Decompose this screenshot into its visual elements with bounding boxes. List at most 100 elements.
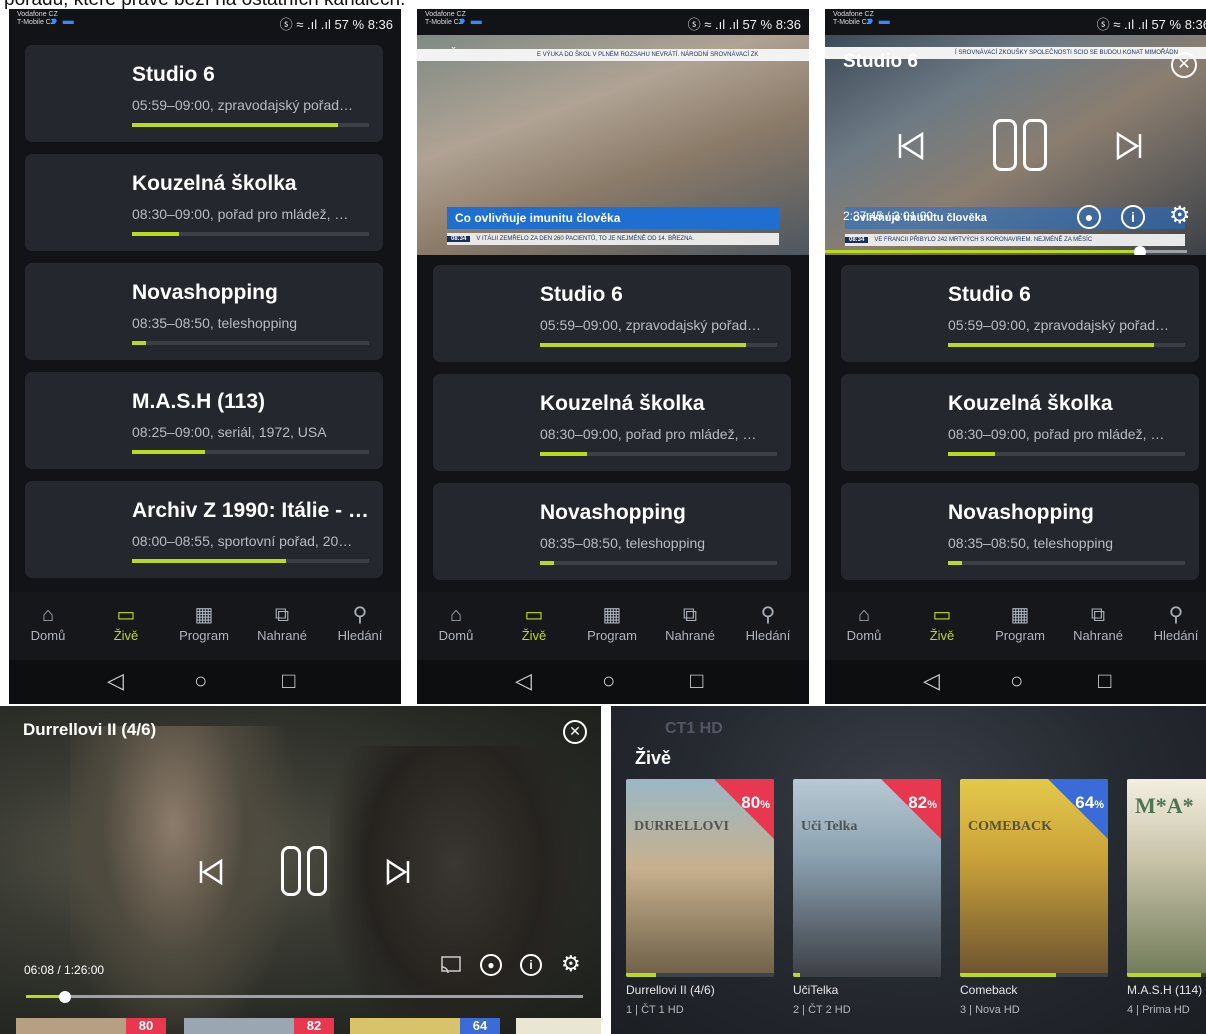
program-card[interactable]: Studio 6 05:59–09:00, zpravodajský pořad…	[433, 265, 791, 362]
program-title: Kouzelná školka	[948, 392, 1113, 415]
skip-forward-button[interactable]	[1115, 131, 1143, 161]
program-title: M.A.S.H (113)	[132, 390, 266, 413]
nav-item-recordings[interactable]: ⧉ Nahrané	[243, 592, 321, 660]
nav-item-home[interactable]: ⌂ Domů	[417, 592, 495, 660]
program-card[interactable]: Kouzelná školka 08:30–09:00, pořad pro ml…	[433, 374, 791, 471]
android-home-button[interactable]: ○	[1010, 668, 1023, 694]
settings-gear-icon[interactable]: ⚙	[1169, 201, 1191, 230]
program-card[interactable]: Studio 6 05:59–09:00, zpravodajský pořad…	[25, 45, 383, 142]
android-home-button[interactable]: ○	[602, 668, 615, 694]
record-button[interactable]: ●	[480, 954, 502, 976]
android-recents-button[interactable]: □	[282, 668, 295, 694]
poster-progress-fill	[626, 973, 656, 977]
status-bar: Vodafone CZ T-Mobile CZ ● ▬ ⓢ ≈ .ıl .ıl 5…	[9, 9, 401, 35]
tv-icon: ▭	[932, 604, 952, 626]
nav-item-search[interactable]: ⚲ Hledání	[321, 592, 399, 660]
seek-bar-progress	[825, 250, 1140, 253]
bottom-navigation: ⌂ Domů ▭ Živě ▦ Program ⧉ Nahrané ⚲ Hledání	[9, 592, 401, 660]
program-poster[interactable]: DURRELLOVI 80%	[626, 779, 774, 977]
nav-item-search[interactable]: ⚲ Hledání	[729, 592, 807, 660]
program-progress-fill	[540, 343, 747, 347]
poster-progress-fill	[960, 973, 1057, 977]
skip-back-button[interactable]	[198, 858, 224, 886]
tv-icon: ▭	[524, 604, 544, 626]
nav-label: Živě	[929, 628, 955, 643]
poster-channel: 3 | Nova HD	[960, 1004, 1020, 1016]
program-time-genre: 08:35–08:50, teleshopping	[540, 535, 706, 551]
program-poster[interactable]: M*A*	[1127, 779, 1206, 977]
status-bar: Vodafone CZ T-Mobile CZ ● ▬ ⓢ ≈ .ıl .ıl 5…	[825, 9, 1206, 35]
pause-button-right	[307, 846, 327, 896]
pause-button[interactable]	[993, 119, 1017, 171]
android-home-button[interactable]: ○	[194, 668, 207, 694]
nav-item-home[interactable]: ⌂ Domů	[825, 592, 903, 660]
program-card[interactable]: Novashopping 08:35–08:50, teleshopping	[841, 483, 1199, 580]
program-progress-fill	[132, 559, 287, 563]
nav-item-calendar[interactable]: ▦ Program	[573, 592, 651, 660]
android-recents-button[interactable]: □	[690, 668, 703, 694]
poster-progress-bar	[960, 973, 1108, 977]
news-headline: Co ovlivňuje imunitu člověka	[447, 207, 779, 229]
fullscreen-player[interactable]: Durrellovi II (4/6) ✕ 06:08 / 1:26:00 ● …	[0, 706, 601, 1034]
program-card[interactable]: Archiv Z 1990: Itálie - … 08:00–08:55, sp…	[25, 481, 383, 578]
status-right: ⓢ ≈ .ıl .ıl 57 % 8:36	[687, 17, 801, 32]
android-recents-button[interactable]: □	[1098, 668, 1111, 694]
seek-bar-handle[interactable]	[1133, 246, 1146, 255]
channel-thumb[interactable]: 80	[16, 1018, 166, 1034]
program-card[interactable]: Kouzelná školka 08:30–09:00, pořad pro ml…	[841, 374, 1199, 471]
seek-bar-handle[interactable]	[58, 991, 71, 1003]
android-back-button[interactable]: ◁	[923, 668, 940, 694]
settings-gear-icon[interactable]: ⚙	[561, 951, 581, 977]
record-button[interactable]: ●	[1077, 205, 1101, 229]
nav-item-calendar[interactable]: ▦ Program	[981, 592, 1059, 660]
program-card[interactable]: Novashopping 08:35–08:50, teleshopping	[433, 483, 791, 580]
skip-forward-button[interactable]	[385, 858, 411, 886]
nav-item-tv[interactable]: ▭ Živě	[87, 592, 165, 660]
nav-item-tv[interactable]: ▭ Živě	[903, 592, 981, 660]
channel-thumb[interactable]: 82	[184, 1018, 334, 1034]
program-progress-bar	[948, 561, 1185, 565]
program-progress-bar	[540, 561, 777, 565]
skip-back-button[interactable]	[897, 131, 925, 161]
nav-label: Domů	[30, 628, 66, 643]
program-time-genre: 08:30–09:00, pořad pro mládež, …	[540, 426, 757, 442]
program-title: Novashopping	[540, 501, 686, 524]
nav-item-recordings[interactable]: ⧉ Nahrané	[651, 592, 729, 660]
program-poster[interactable]: Uči Telka 82%	[793, 779, 941, 977]
notification-icons: ● ▬	[459, 15, 483, 27]
program-card[interactable]: M.A.S.H (113) 08:25–09:00, seriál, 1972, …	[25, 372, 383, 469]
program-progress-bar	[132, 123, 369, 127]
program-poster[interactable]: COMEBACK 64%	[960, 779, 1108, 977]
program-card[interactable]: Studio 6 05:59–09:00, zpravodajský pořad…	[841, 265, 1199, 362]
close-player-button[interactable]: ✕	[563, 720, 587, 744]
android-back-button[interactable]: ◁	[515, 668, 532, 694]
video-player[interactable]: ČT1 E VÝUKA DO ŠKOL V PLNÉM ROZSAHU NEVR…	[417, 35, 809, 255]
android-back-button[interactable]: ◁	[107, 668, 124, 694]
program-progress-fill	[540, 561, 555, 565]
nav-item-calendar[interactable]: ▦ Program	[165, 592, 243, 660]
info-button[interactable]: i	[1121, 205, 1145, 229]
nav-item-home[interactable]: ⌂ Domů	[9, 592, 87, 660]
poster-progress-bar	[793, 973, 941, 977]
program-card[interactable]: Kouzelná školka 08:30–09:00, pořad pro ml…	[25, 154, 383, 251]
search-icon: ⚲	[352, 604, 368, 626]
seek-bar[interactable]	[26, 995, 583, 998]
android-nav-bar: ◁ ○ □	[825, 660, 1206, 704]
nav-item-search[interactable]: ⚲ Hledání	[1137, 592, 1206, 660]
channel-thumb[interactable]	[516, 1018, 601, 1034]
recordings-icon: ⧉	[1090, 604, 1106, 626]
calendar-icon: ▦	[194, 604, 214, 626]
nav-item-tv[interactable]: ▭ Živě	[495, 592, 573, 660]
video-player[interactable]: Í SROVNÁVACÍ ZKOUŠKY SPOLEČNOSTI SCIO SE…	[825, 35, 1206, 255]
nav-item-recordings[interactable]: ⧉ Nahrané	[1059, 592, 1137, 660]
info-button[interactable]: i	[520, 954, 542, 976]
channel-thumb[interactable]: 64	[350, 1018, 500, 1034]
program-progress-fill	[540, 452, 588, 456]
program-card[interactable]: Novashopping 08:35–08:50, teleshopping	[25, 263, 383, 360]
pause-button[interactable]	[281, 846, 301, 896]
notification-icons: ● ▬	[51, 15, 75, 27]
phone-screen-live-list: Vodafone CZ T-Mobile CZ ● ▬ ⓢ ≈ .ıl .ıl 5…	[9, 9, 401, 704]
program-progress-bar	[132, 450, 369, 454]
cast-icon[interactable]	[440, 955, 462, 975]
close-player-button[interactable]: ✕	[1171, 52, 1197, 78]
